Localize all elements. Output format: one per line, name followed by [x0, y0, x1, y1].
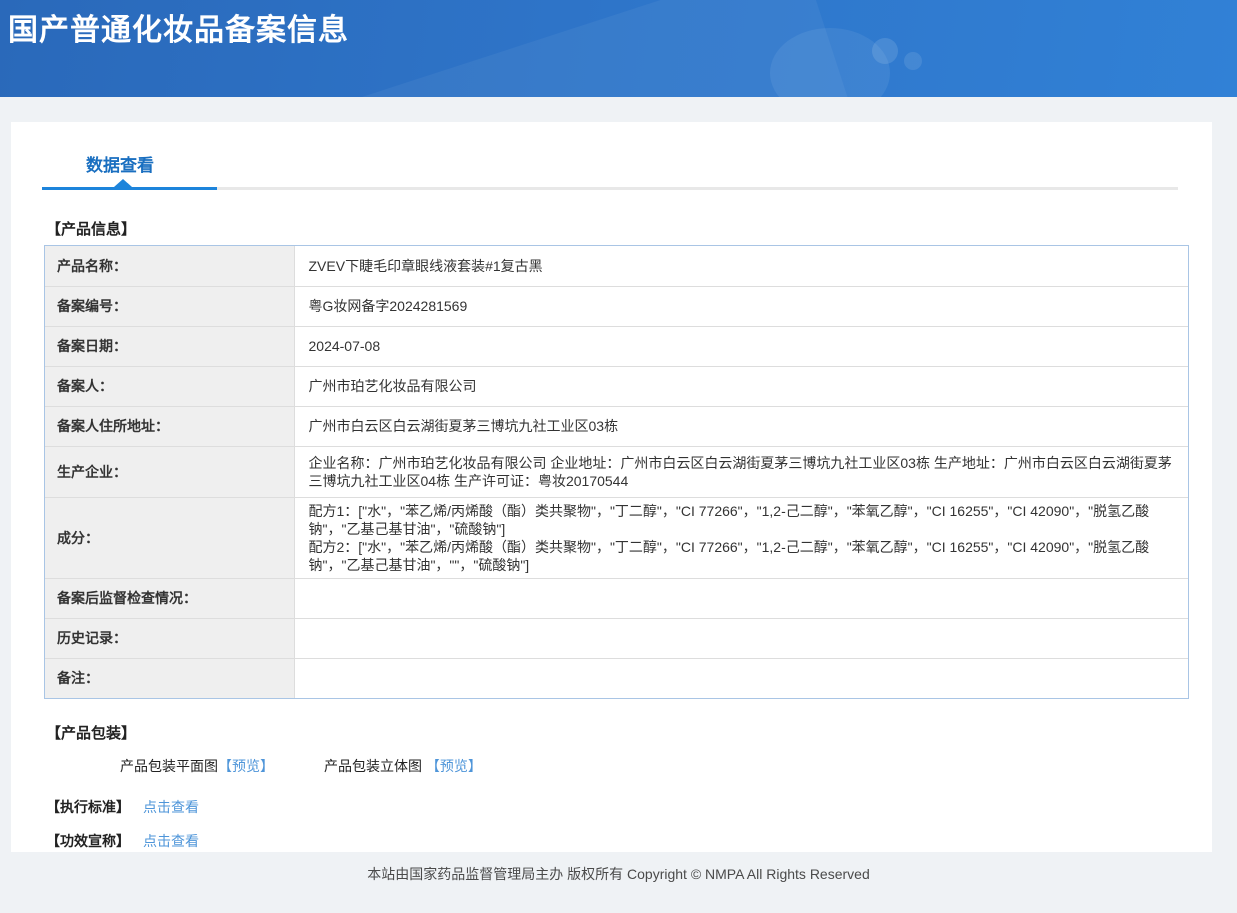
row-label: 备案日期：	[45, 326, 295, 367]
header-decor-circle	[904, 52, 922, 70]
row-label: 备案人：	[45, 366, 295, 407]
section-product-info-title: 【产品信息】	[46, 221, 137, 238]
formula-line-2: 配方2：["水"，"苯乙烯/丙烯酸（酯）类共聚物"，"丁二醇"，"CI 7726…	[308, 538, 1150, 573]
row-value: ZVEV下睫毛印章眼线液套装#1复古黑	[294, 246, 1188, 287]
row-label: 生产企业：	[45, 446, 295, 498]
row-label: 产品名称：	[45, 246, 295, 287]
table-row: 产品名称： ZVEV下睫毛印章眼线液套装#1复古黑	[45, 246, 1188, 287]
product-info-table: 产品名称： ZVEV下睫毛印章眼线液套装#1复古黑 备案编号： 粤G妆网备字20…	[44, 245, 1189, 699]
table-row: 备案后监督检查情况：	[45, 578, 1188, 619]
row-label: 成分：	[45, 497, 295, 579]
packaging-stereo-label: 产品包装立体图	[324, 758, 422, 774]
row-value	[294, 618, 1188, 659]
row-value	[294, 658, 1188, 698]
main-content: 【产品信息】 产品名称： ZVEV下睫毛印章眼线液套装#1复古黑 备案编号： 粤…	[11, 218, 1212, 851]
row-label: 备案编号：	[45, 286, 295, 327]
footer-copyright: 本站由国家药品监督管理局主办 版权所有 Copyright © NMPA All…	[367, 866, 870, 882]
tab-bar: 数据查看	[11, 122, 1212, 176]
packaging-flat-preview-link[interactable]: 【预览】	[218, 758, 274, 774]
packaging-stereo-preview-link[interactable]: 【预览】	[426, 758, 482, 774]
row-label: 备案后监督检查情况：	[45, 578, 295, 619]
section-product-packaging-title: 【产品包装】	[46, 725, 137, 742]
row-value: 粤G妆网备字2024281569	[294, 286, 1188, 327]
table-row: 备案人住所地址： 广州市白云区白云湖街夏茅三博坑九社工业区03栋	[45, 406, 1188, 447]
row-value: 2024-07-08	[294, 326, 1188, 367]
table-row: 备案人： 广州市珀艺化妆品有限公司	[45, 366, 1188, 407]
packaging-flat-label: 产品包装平面图	[120, 758, 218, 774]
efficacy-claim-row: 【功效宣称】 点击查看	[46, 831, 1189, 851]
content-card: 数据查看 【产品信息】 产品名称： ZVEV下睫毛印章眼线液套装#1复古黑 备案…	[11, 122, 1212, 852]
section-efficacy-claim-title: 【功效宣称】	[46, 833, 130, 849]
tab-active-indicator	[42, 187, 217, 190]
tab-underline	[42, 179, 1178, 190]
row-label: 备案人住所地址：	[45, 406, 295, 447]
tab-active-arrow-icon	[114, 179, 132, 187]
section-execution-standard-title: 【执行标准】	[46, 799, 130, 815]
table-row: 生产企业： 企业名称：广州市珀艺化妆品有限公司 企业地址：广州市白云区白云湖街夏…	[45, 446, 1188, 498]
table-row: 备案日期： 2024-07-08	[45, 326, 1188, 367]
table-row: 备案编号： 粤G妆网备字2024281569	[45, 286, 1188, 327]
row-value: 广州市珀艺化妆品有限公司	[294, 366, 1188, 407]
packaging-links-row: 产品包装平面图【预览】 产品包装立体图 【预览】	[120, 756, 1189, 776]
footer: 本站由国家药品监督管理局主办 版权所有 Copyright © NMPA All…	[0, 852, 1237, 884]
tab-data-view[interactable]: 数据查看	[86, 151, 154, 176]
row-value: 企业名称：广州市珀艺化妆品有限公司 企业地址：广州市白云区白云湖街夏茅三博坑九社…	[294, 446, 1188, 498]
table-row: 备注：	[45, 658, 1188, 698]
table-row: 成分： 配方1：["水"，"苯乙烯/丙烯酸（酯）类共聚物"，"丁二醇"，"CI …	[45, 497, 1188, 579]
row-value: 广州市白云区白云湖街夏茅三博坑九社工业区03栋	[294, 406, 1188, 447]
row-value: 配方1：["水"，"苯乙烯/丙烯酸（酯）类共聚物"，"丁二醇"，"CI 7726…	[294, 497, 1188, 579]
formula-line-1: 配方1：["水"，"苯乙烯/丙烯酸（酯）类共聚物"，"丁二醇"，"CI 7726…	[308, 502, 1150, 537]
row-label: 备注：	[45, 658, 295, 698]
page-title: 国产普通化妆品备案信息	[8, 14, 349, 47]
execution-standard-view-link[interactable]: 点击查看	[143, 799, 199, 815]
row-label: 历史记录：	[45, 618, 295, 659]
efficacy-claim-view-link[interactable]: 点击查看	[143, 833, 199, 849]
row-value	[294, 578, 1188, 619]
execution-standard-row: 【执行标准】 点击查看	[46, 797, 1189, 817]
table-row: 历史记录：	[45, 618, 1188, 659]
page-header: 国产普通化妆品备案信息	[0, 0, 1237, 97]
